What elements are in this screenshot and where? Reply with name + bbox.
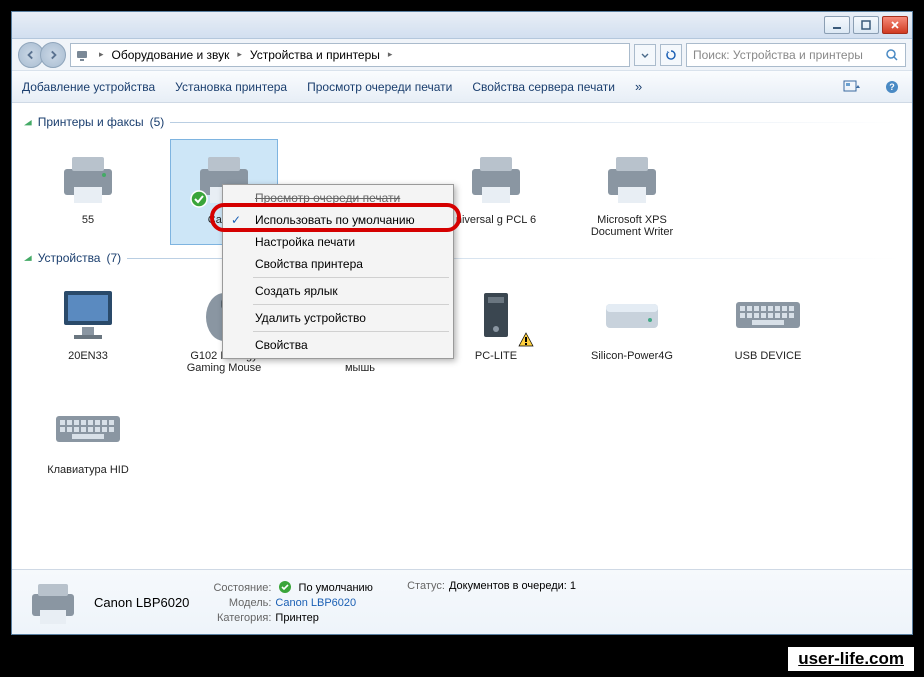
printer-icon (596, 146, 668, 210)
toolbar: Добавление устройства Установка принтера… (12, 71, 912, 103)
view-options-button[interactable] (842, 79, 862, 95)
model-label: Модель: (203, 597, 271, 609)
devices-list: 20EN33 G102 Prodigy Gaming Mouse HID-сов… (24, 275, 900, 483)
menu-remove-device[interactable]: Удалить устройство (225, 307, 451, 329)
device-item[interactable]: PC-LITE (442, 275, 550, 381)
device-label: 20EN33 (68, 350, 108, 362)
default-badge-icon (190, 190, 208, 208)
category-label: Категория: (203, 612, 271, 624)
details-pane: Canon LBP6020 Состояние: По умолчанию Мо… (12, 569, 912, 634)
maximize-button[interactable] (853, 16, 879, 34)
device-label: Microsoft XPS Document Writer (581, 214, 683, 238)
server-props-button[interactable]: Свойства сервера печати (472, 80, 615, 94)
overflow-button[interactable]: » (635, 79, 642, 94)
device-item[interactable]: 55 (34, 139, 142, 245)
state-label: Состояние: (203, 582, 271, 594)
status-label: Статус: (403, 580, 445, 592)
printer-icon (52, 146, 124, 210)
device-label: PC-LITE (475, 350, 517, 362)
keyboard-icon (732, 282, 804, 346)
titlebar (12, 12, 912, 39)
device-item[interactable]: niversal g PCL 6 (442, 139, 550, 245)
navbar: ▸ Оборудование и звук ▸ Устройства и при… (12, 39, 912, 71)
group-printers-header[interactable]: ◢ Принтеры и факсы (5) (24, 115, 900, 129)
minimize-button[interactable] (824, 16, 850, 34)
collapse-icon: ◢ (24, 254, 32, 262)
menu-separator (253, 331, 449, 332)
search-placeholder: Поиск: Устройства и принтеры (693, 48, 863, 62)
watermark: user-life.com (786, 645, 916, 673)
forward-button[interactable] (40, 42, 66, 68)
history-dropdown[interactable] (634, 44, 656, 66)
check-icon: ✓ (231, 213, 241, 227)
close-button[interactable] (882, 16, 908, 34)
search-input[interactable]: Поиск: Устройства и принтеры (686, 43, 906, 67)
group-devices-header[interactable]: ◢ Устройства (7) (24, 251, 900, 265)
device-item[interactable]: Silicon-Power4G (578, 275, 686, 381)
group-count: (5) (150, 115, 165, 129)
menu-set-default[interactable]: ✓Использовать по умолчанию (225, 209, 451, 231)
state-value: По умолчанию (299, 582, 373, 594)
content-area: ◢ Принтеры и факсы (5) 55 Canon niversal… (12, 103, 912, 569)
context-menu: Просмотр очереди печати ✓Использовать по… (222, 184, 454, 359)
group-title: Принтеры и факсы (38, 115, 144, 129)
printer-thumbnail-icon (26, 578, 80, 626)
device-label: Silicon-Power4G (591, 350, 673, 362)
ok-badge-icon (278, 580, 292, 594)
explorer-window: ▸ Оборудование и звук ▸ Устройства и при… (11, 11, 913, 635)
menu-print-prefs[interactable]: Настройка печати (225, 231, 451, 253)
category-value: Принтер (275, 612, 318, 624)
device-item[interactable]: Microsoft XPS Document Writer (578, 139, 686, 245)
breadcrumb-seg2[interactable]: Устройства и принтеры (250, 48, 380, 62)
printers-list: 55 Canon niversal g PCL 6 Microsoft XPS … (24, 139, 900, 245)
nav-buttons (18, 42, 66, 68)
view-queue-button[interactable]: Просмотр очереди печати (307, 80, 452, 94)
menu-separator (253, 277, 449, 278)
menu-printer-props[interactable]: Свойства принтера (225, 253, 451, 275)
add-device-button[interactable]: Добавление устройства (22, 80, 155, 94)
chevron-icon: ▸ (99, 49, 104, 60)
device-item[interactable]: Клавиатура HID (34, 389, 142, 483)
address-bar[interactable]: ▸ Оборудование и звук ▸ Устройства и при… (70, 43, 630, 67)
device-item[interactable]: 20EN33 (34, 275, 142, 381)
chevron-icon: ▸ (237, 49, 242, 60)
computer-icon (460, 282, 532, 346)
svg-text:?: ? (889, 82, 895, 92)
menu-view-queue[interactable]: Просмотр очереди печати (225, 187, 451, 209)
device-item[interactable]: USB DEVICE (714, 275, 822, 381)
keyboard-icon (52, 396, 124, 460)
collapse-icon: ◢ (24, 118, 32, 126)
device-label: USB DEVICE (735, 350, 802, 362)
device-label: niversal g PCL 6 (456, 214, 536, 226)
group-count: (7) (106, 251, 121, 265)
devices-icon (75, 47, 91, 63)
model-value: Canon LBP6020 (275, 597, 356, 609)
add-printer-button[interactable]: Установка принтера (175, 80, 287, 94)
menu-create-shortcut[interactable]: Создать ярлык (225, 280, 451, 302)
details-title: Canon LBP6020 (94, 595, 189, 610)
help-button[interactable]: ? (882, 79, 902, 95)
breadcrumb-seg1[interactable]: Оборудование и звук (112, 48, 230, 62)
status-value: Документов в очереди: 1 (449, 580, 576, 592)
drive-icon (596, 282, 668, 346)
monitor-icon (52, 282, 124, 346)
printer-icon (460, 146, 532, 210)
menu-separator (253, 304, 449, 305)
group-title: Устройства (38, 251, 101, 265)
menu-properties[interactable]: Свойства (225, 334, 451, 356)
warning-badge-icon (518, 332, 534, 348)
search-icon (885, 48, 899, 62)
device-label: Клавиатура HID (47, 464, 129, 476)
device-label: 55 (82, 214, 94, 226)
refresh-button[interactable] (660, 44, 682, 66)
chevron-icon: ▸ (388, 49, 393, 60)
